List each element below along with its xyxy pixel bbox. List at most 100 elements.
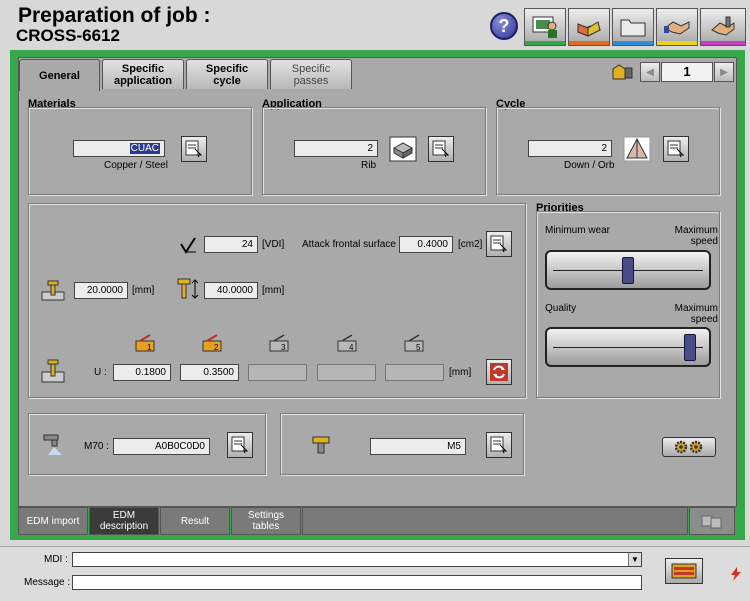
depth-field[interactable]: 20.0000 xyxy=(74,282,128,299)
tab-settings-tables[interactable]: Settings tables xyxy=(231,507,301,535)
message-field xyxy=(72,575,642,590)
svg-text:3: 3 xyxy=(281,343,286,352)
fixture-select-button[interactable] xyxy=(486,432,512,458)
faucet-icon xyxy=(43,434,62,455)
slider1-left-label: Minimum wear xyxy=(545,225,611,236)
u-label: U : xyxy=(94,367,107,378)
attack-field[interactable]: 0.4000 xyxy=(399,236,453,253)
roughness-unit: [VDI] xyxy=(262,239,285,250)
question-icon: ? xyxy=(498,15,510,36)
tab-edm-description[interactable]: EDM description xyxy=(89,507,159,535)
roughness-field[interactable]: 24 xyxy=(204,236,258,253)
select-list-icon xyxy=(490,235,508,253)
u-field-1[interactable]: 0.1800 xyxy=(113,364,171,381)
down-orb-icon xyxy=(623,136,651,162)
operator-desk-icon xyxy=(532,16,557,38)
attack-unit: [cm2] xyxy=(458,239,483,250)
gears-icon xyxy=(674,440,703,454)
material-select-button[interactable] xyxy=(181,136,207,162)
tab-result[interactable]: Result xyxy=(160,507,230,535)
u-field-5[interactable] xyxy=(385,364,444,381)
u-unit: [mm] xyxy=(449,367,472,378)
electrode-2-icon: 2 xyxy=(202,334,222,352)
slider2-right-label: Maximum speed xyxy=(674,303,718,325)
mdi-input[interactable] xyxy=(72,552,642,567)
select-list-icon xyxy=(667,140,685,158)
svg-text:5: 5 xyxy=(416,343,421,352)
keyboard-icon xyxy=(671,563,697,579)
material-code-field[interactable]: CUAC xyxy=(73,140,165,157)
height-unit: [mm] xyxy=(262,285,285,296)
cycle-field[interactable]: 2 xyxy=(528,140,612,157)
electrode-3-icon: 3 xyxy=(269,334,289,352)
tab-edm-import[interactable]: EDM import xyxy=(18,507,88,535)
slider2-left-label: Quality xyxy=(545,303,577,314)
svg-text:4: 4 xyxy=(349,343,354,352)
pager-prev-button[interactable]: ◀ xyxy=(640,62,660,82)
attack-calc-button[interactable] xyxy=(486,231,512,257)
workpiece-icon xyxy=(576,21,602,37)
export-button[interactable] xyxy=(689,507,735,535)
height-field[interactable]: 40.0000 xyxy=(204,282,258,299)
electrode-5-icon: 5 xyxy=(404,334,424,352)
hand-tool-icon xyxy=(711,16,735,36)
tab-specific-application[interactable]: Specific application xyxy=(102,59,184,89)
help-button[interactable]: ? xyxy=(490,12,518,40)
operator-tool-button[interactable] xyxy=(524,8,566,46)
slider-knob[interactable] xyxy=(622,257,634,284)
electrode-4-icon: 4 xyxy=(337,334,357,352)
select-list-icon xyxy=(231,436,249,454)
pager-number: 1 xyxy=(661,62,713,82)
slider-knob[interactable] xyxy=(684,334,697,361)
folder-tool-button[interactable] xyxy=(612,8,654,46)
chevron-down-icon: ▼ xyxy=(631,555,639,564)
u-field-4[interactable] xyxy=(317,364,376,381)
select-list-icon xyxy=(185,140,203,158)
triangle-left-icon: ◀ xyxy=(646,66,654,78)
undersize-icon xyxy=(41,359,65,383)
application-name: Rib xyxy=(361,160,377,171)
roughness-icon xyxy=(180,237,196,254)
settings-gears-button[interactable] xyxy=(662,437,716,457)
application-select-button[interactable] xyxy=(428,136,454,162)
attack-label: Attack frontal surface : xyxy=(302,239,402,250)
transfer-icon xyxy=(701,515,722,529)
fixture-field[interactable]: M5 xyxy=(370,438,466,455)
mdi-label: MDI : xyxy=(44,554,68,565)
electrode-set-icon xyxy=(612,64,633,80)
reset-undersize-button[interactable] xyxy=(486,359,512,385)
select-list-icon xyxy=(432,140,450,158)
m70-label: M70 : xyxy=(84,441,110,452)
cycle-select-button[interactable] xyxy=(663,136,689,162)
workpiece-tool-button[interactable] xyxy=(568,8,610,46)
tab-general[interactable]: General xyxy=(19,59,100,91)
handshake-tool-button[interactable] xyxy=(656,8,698,46)
rib-shape-icon xyxy=(389,136,417,162)
handshake-icon xyxy=(664,21,690,35)
slider1-right-label: Maximum speed xyxy=(674,225,718,247)
cycle-name: Down / Orb xyxy=(564,160,615,171)
alert-lightning-icon xyxy=(731,567,741,581)
electrode-1-icon: 1 xyxy=(135,334,155,352)
depth-unit: [mm] xyxy=(132,285,155,296)
u-field-2[interactable]: 0.3500 xyxy=(180,364,239,381)
quality-speed-slider[interactable] xyxy=(545,327,711,367)
refresh-icon xyxy=(490,363,508,381)
m70-field[interactable]: A0B0C0D0 xyxy=(113,438,210,455)
wear-speed-slider[interactable] xyxy=(545,250,711,290)
svg-text:1: 1 xyxy=(147,343,152,352)
tab-specific-cycle[interactable]: Specific cycle xyxy=(186,59,268,89)
keyboard-button[interactable] xyxy=(665,558,703,584)
svg-text:2: 2 xyxy=(214,343,219,352)
m70-select-button[interactable] xyxy=(227,432,253,458)
tab-specific-passes[interactable]: Specific passes xyxy=(270,59,352,89)
pager-next-button[interactable]: ▶ xyxy=(714,62,734,82)
job-name: CROSS-6612 xyxy=(16,26,120,45)
u-field-3[interactable] xyxy=(248,364,307,381)
message-label: Message : xyxy=(24,577,71,588)
config-tool-button[interactable] xyxy=(700,8,746,46)
folder-icon xyxy=(620,19,646,37)
application-field[interactable]: 2 xyxy=(294,140,378,157)
mdi-dropdown-button[interactable]: ▼ xyxy=(628,553,641,566)
triangle-right-icon: ▶ xyxy=(720,66,728,78)
